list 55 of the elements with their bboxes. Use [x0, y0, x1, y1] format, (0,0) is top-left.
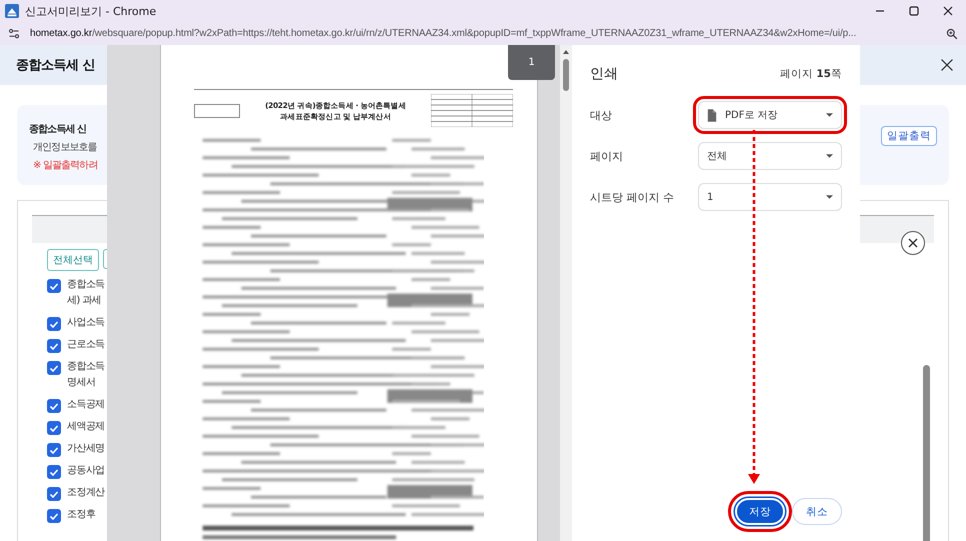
- caret-icon: [826, 154, 833, 158]
- checkbox[interactable]: [47, 465, 61, 479]
- checkbox[interactable]: [47, 361, 61, 375]
- checkbox-label: 종합소득 명세서: [67, 360, 105, 390]
- scrollbar-thumb[interactable]: [923, 365, 930, 541]
- checkbox[interactable]: [47, 399, 61, 413]
- cancel-button[interactable]: 취소: [792, 498, 842, 525]
- site-settings-icon[interactable]: [8, 28, 20, 40]
- caret-icon: [826, 113, 833, 117]
- page-title: 종합소득세 신: [16, 57, 96, 74]
- checkbox-label: 근로소득: [67, 338, 105, 352]
- zoom-icon[interactable]: [946, 28, 958, 40]
- scroll-up-arrow-icon: [562, 48, 570, 56]
- checkbox[interactable]: [47, 421, 61, 435]
- close-button[interactable]: [942, 5, 954, 17]
- scrollbar-thumb[interactable]: [563, 59, 569, 91]
- checkbox[interactable]: [47, 317, 61, 331]
- select-all-button[interactable]: 전체선택: [47, 249, 99, 271]
- checkbox[interactable]: [47, 279, 61, 293]
- caret-icon: [826, 195, 833, 199]
- dropdown[interactable]: 1: [698, 183, 842, 211]
- checkbox-label: 조정후: [67, 508, 96, 522]
- checkbox-label: 소득공제: [67, 398, 105, 412]
- batch-print-button[interactable]: 일괄출력: [881, 126, 937, 146]
- checkbox-label: 사업소득: [67, 316, 105, 330]
- document-icon: [707, 108, 717, 122]
- notice-text: 개인정보보호를: [32, 141, 98, 154]
- checkbox-label: 종합소득 세) 과세: [67, 278, 105, 308]
- notice-text: ※ 일괄출력하려: [32, 159, 98, 172]
- dropdown[interactable]: 전체: [698, 142, 842, 170]
- page-count: 페이지 15쪽: [780, 67, 842, 81]
- checkbox-label: 조정계산: [67, 486, 105, 500]
- checkbox[interactable]: [47, 509, 61, 523]
- maximize-icon: [908, 5, 920, 17]
- checkbox-label: 공동사업: [67, 464, 105, 478]
- close-icon: [940, 58, 954, 72]
- notice-text: 종합소득세 신: [28, 123, 88, 136]
- print-title: 인쇄: [590, 65, 618, 83]
- setting-label: 대상: [590, 108, 613, 122]
- app-logo-icon: [5, 4, 19, 18]
- checkbox-label: 세액공제: [67, 420, 105, 434]
- page-number-badge: 1: [508, 45, 555, 80]
- setting-label: 페이지: [590, 148, 624, 164]
- close-icon: [942, 5, 954, 17]
- checkbox[interactable]: [47, 339, 61, 353]
- close-button[interactable]: [901, 231, 925, 255]
- checkbox-label: 가산세명: [67, 442, 105, 456]
- window-title: 신고서미리보기 - Chrome: [25, 4, 156, 18]
- maximize-button[interactable]: [908, 5, 920, 17]
- setting-label: 시트당 페이지 수: [590, 190, 675, 204]
- checkbox[interactable]: [47, 487, 61, 501]
- close-icon: [908, 238, 918, 248]
- url-text[interactable]: hometax.go.kr/websquare/popup.html?w2xPath=https://teht.hometax.go.kr/ui/rn/z/UTERNAAZ34.xml&popupID=mf_txppWframe_UTERNAAZ0Z31_wframe_UTERNAAZ34&w2xHome=/ui/p...: [30, 28, 936, 39]
- management-number-box: [194, 104, 240, 118]
- checkbox[interactable]: [47, 443, 61, 457]
